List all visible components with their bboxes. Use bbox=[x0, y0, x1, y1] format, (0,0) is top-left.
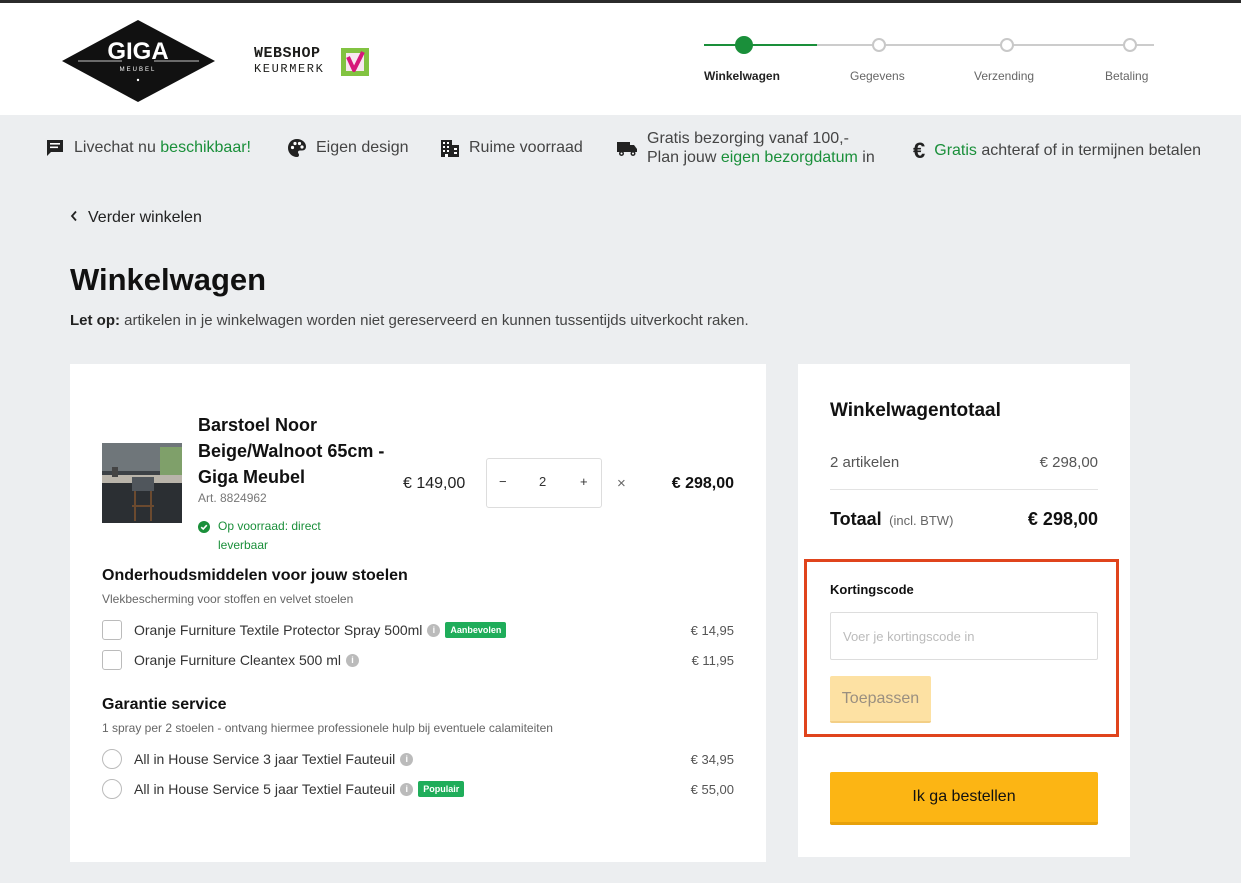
usp-payment: € Gratis achteraf of in termijnen betale… bbox=[913, 138, 1201, 164]
step-dot-winkelwagen bbox=[735, 36, 753, 54]
step-dot-verzending bbox=[1000, 38, 1014, 52]
usp-livechat-link[interactable]: beschikbaar! bbox=[160, 139, 251, 157]
keurmerk-check-icon bbox=[341, 48, 369, 76]
unit-price: € 149,00 bbox=[403, 475, 466, 492]
checkbox[interactable] bbox=[102, 620, 122, 640]
usp-design-text: Eigen design bbox=[316, 139, 409, 156]
giga-meubel-logo[interactable]: GIGA MEUBEL bbox=[62, 20, 215, 102]
quantity-stepper: − 2 + bbox=[486, 458, 602, 508]
step-betaling: Betaling bbox=[1105, 69, 1149, 83]
option-price: € 55,00 bbox=[690, 781, 734, 797]
usp-bar: Livechat nu beschikbaar! Eigen design Ru… bbox=[0, 115, 1241, 183]
truck-icon bbox=[617, 141, 638, 157]
radio-button[interactable] bbox=[102, 749, 122, 769]
option-label: All in House Service 5 jaar Textiel Faut… bbox=[134, 781, 396, 797]
remove-item-button[interactable]: × bbox=[617, 475, 626, 492]
svg-text:MEUBEL: MEUBEL bbox=[120, 67, 157, 73]
step-winkelwagen[interactable]: Winkelwagen bbox=[704, 69, 780, 83]
cart-panel: Barstoel Noor Beige/Walnoot 65cm - Giga … bbox=[70, 364, 766, 862]
summary-total-note: (incl. BTW) bbox=[889, 513, 954, 528]
option-price: € 11,95 bbox=[691, 652, 734, 668]
summary-items-label: 2 artikelen bbox=[830, 454, 900, 471]
usp-livechat-text: Livechat nu bbox=[74, 139, 161, 156]
coupon-highlight-box bbox=[804, 559, 1119, 737]
warranty-option-3-jaar[interactable]: All in House Service 3 jaar Textiel Faut… bbox=[102, 748, 734, 770]
quantity-decrease-button[interactable]: − bbox=[499, 474, 507, 489]
line-total: € 298,00 bbox=[671, 475, 734, 492]
usp-voorraad-text: Ruime voorraad bbox=[469, 139, 583, 156]
usp-livechat[interactable]: Livechat nu beschikbaar! bbox=[45, 138, 251, 158]
product-image[interactable] bbox=[102, 443, 182, 523]
step-verzending: Verzending bbox=[974, 69, 1035, 83]
cart-notice: Let op: artikelen in je winkelwagen word… bbox=[70, 312, 749, 329]
step-track-line bbox=[817, 44, 1154, 46]
option-label: All in House Service 3 jaar Textiel Faut… bbox=[134, 751, 396, 767]
popular-badge: Populair bbox=[418, 781, 465, 797]
step-dot-betaling bbox=[1123, 38, 1137, 52]
option-label: Oranje Furniture Cleantex 500 ml bbox=[134, 652, 341, 668]
step-progress-line bbox=[704, 44, 817, 46]
page-title: Winkelwagen bbox=[70, 262, 267, 297]
step-gegevens: Gegevens bbox=[850, 69, 905, 83]
usp-delivery-line1: Gratis bezorging vanaf 100,- bbox=[647, 130, 849, 147]
warranty-option-5-jaar[interactable]: All in House Service 5 jaar Textiel Faut… bbox=[102, 778, 734, 800]
continue-shopping-label: Verder winkelen bbox=[88, 209, 202, 226]
warranty-section-subtitle: 1 spray per 2 stoelen - ontvang hiermee … bbox=[102, 721, 553, 735]
info-icon[interactable]: i bbox=[346, 653, 359, 667]
recommended-badge: Aanbevolen bbox=[445, 622, 507, 638]
quantity-increase-button[interactable]: + bbox=[580, 474, 588, 489]
chat-icon bbox=[45, 138, 65, 158]
keurmerk-title: WEBSHOP bbox=[254, 45, 321, 62]
usp-delivery-link[interactable]: eigen bezorgdatum bbox=[721, 149, 858, 166]
summary-total-row: Totaal (incl. BTW) € 298,00 bbox=[830, 509, 1098, 530]
care-option-protector[interactable]: Oranje Furniture Textile Protector Spray… bbox=[102, 619, 734, 641]
usp-delivery: Gratis bezorging vanaf 100,- Plan jouw e… bbox=[617, 129, 875, 167]
chevron-left-icon bbox=[70, 209, 78, 227]
site-header: GIGA MEUBEL WEBSHOP KEURMERK Winkelwagen… bbox=[0, 3, 1241, 115]
care-option-cleantex[interactable]: Oranje Furniture Cleantex 500 ml i € 11,… bbox=[102, 649, 734, 671]
continue-shopping-link[interactable]: Verder winkelen bbox=[70, 209, 202, 227]
building-icon bbox=[440, 138, 460, 158]
product-article-number: Art. 8824962 bbox=[198, 491, 267, 505]
summary-items-row: 2 artikelen € 298,00 bbox=[830, 454, 1098, 471]
step-dot-gegevens bbox=[872, 38, 886, 52]
summary-divider bbox=[830, 489, 1098, 490]
summary-total-value: € 298,00 bbox=[1027, 509, 1098, 529]
summary-title: Winkelwagentotaal bbox=[830, 400, 1001, 421]
check-circle-icon bbox=[198, 521, 210, 533]
summary-items-value: € 298,00 bbox=[1039, 454, 1098, 471]
usp-payment-text: achteraf of in termijnen betalen bbox=[976, 142, 1202, 159]
option-label: Oranje Furniture Textile Protector Spray… bbox=[134, 622, 423, 638]
usp-design: Eigen design bbox=[287, 138, 409, 158]
stock-status-text: Op voorraad: direct leverbaar bbox=[218, 519, 321, 552]
summary-total-label: Totaal bbox=[830, 509, 882, 529]
checkout-steps: Winkelwagen Gegevens Verzending Betaling bbox=[704, 33, 1164, 93]
palette-icon bbox=[287, 138, 307, 158]
radio-button[interactable] bbox=[102, 779, 122, 799]
svg-text:GIGA: GIGA bbox=[107, 38, 168, 65]
care-section-title: Onderhoudsmiddelen voor jouw stoelen bbox=[102, 567, 408, 584]
euro-icon: € bbox=[913, 138, 926, 163]
quantity-value[interactable]: 2 bbox=[539, 474, 546, 489]
product-name[interactable]: Barstoel Noor Beige/Walnoot 65cm - Giga … bbox=[198, 412, 398, 490]
info-icon[interactable]: i bbox=[427, 623, 441, 637]
info-icon[interactable]: i bbox=[400, 752, 414, 766]
usp-payment-link[interactable]: Gratis bbox=[934, 142, 977, 160]
info-icon[interactable]: i bbox=[400, 782, 414, 796]
checkout-button[interactable]: Ik ga bestellen bbox=[830, 772, 1098, 825]
keurmerk-subtitle: KEURMERK bbox=[254, 62, 325, 76]
care-section-subtitle: Vlekbescherming voor stoffen en velvet s… bbox=[102, 592, 354, 606]
checkbox[interactable] bbox=[102, 650, 122, 670]
option-price: € 14,95 bbox=[690, 622, 734, 638]
stock-status: Op voorraad: direct leverbaar bbox=[198, 517, 358, 555]
option-price: € 34,95 bbox=[690, 751, 734, 767]
webshop-keurmerk-badge[interactable]: WEBSHOP KEURMERK bbox=[254, 45, 374, 79]
usp-voorraad: Ruime voorraad bbox=[440, 138, 583, 158]
usp-delivery-line2: Plan jouw eigen bezorgdatum in bbox=[647, 149, 875, 166]
warranty-section-title: Garantie service bbox=[102, 696, 227, 713]
